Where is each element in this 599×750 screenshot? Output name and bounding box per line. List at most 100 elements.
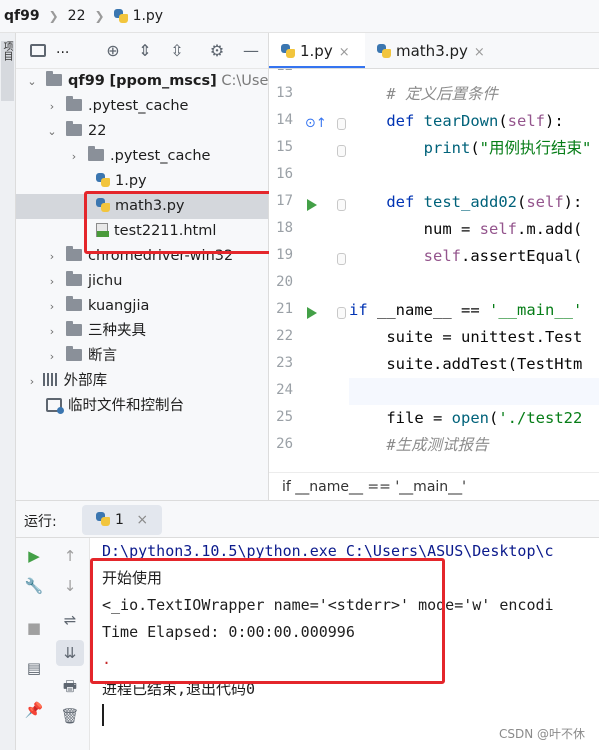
folder-icon bbox=[66, 246, 82, 261]
fold-marker-icon[interactable] bbox=[337, 145, 346, 157]
folder-icon bbox=[66, 96, 82, 111]
code-self: self bbox=[526, 193, 564, 211]
chevron-right-icon[interactable]: › bbox=[26, 369, 38, 394]
run-panel-header: 运行: 1 × bbox=[16, 500, 599, 538]
chevron-right-icon: ❯ bbox=[48, 9, 59, 23]
code-keyword: def bbox=[386, 112, 415, 130]
chevron-right-icon[interactable]: › bbox=[46, 94, 58, 119]
wrench-icon[interactable]: 🔧 bbox=[24, 576, 44, 596]
chevron-right-icon[interactable]: › bbox=[46, 319, 58, 344]
breadcrumb: qf99 ❯ 22 ❯ 1.py bbox=[0, 0, 599, 33]
tab-label: 1.py bbox=[300, 42, 333, 60]
code-self: self bbox=[479, 220, 517, 238]
collapse-all-icon[interactable]: ⇳ bbox=[168, 42, 186, 60]
chevron-right-icon[interactable]: › bbox=[46, 269, 58, 294]
fold-marker-icon[interactable] bbox=[337, 253, 346, 265]
project-panel-title[interactable]: ... bbox=[56, 41, 69, 57]
code-keyword: def bbox=[386, 193, 415, 211]
line-number: 26 bbox=[276, 436, 293, 452]
editor-gutter: 12 13 14 15 16 17 18 19 20 21 22 23 24 2… bbox=[269, 69, 349, 472]
line-number: 22 bbox=[276, 328, 293, 344]
code-function: print bbox=[423, 139, 471, 157]
code-text: __name__ == bbox=[367, 301, 489, 319]
tree-item-scratches[interactable]: 临时文件和控制台 bbox=[16, 394, 184, 419]
chevron-down-icon[interactable]: ⌄ bbox=[46, 119, 58, 144]
project-tool-button[interactable]: 项目 bbox=[1, 41, 14, 101]
rerun-icon[interactable]: ▶ bbox=[24, 546, 44, 566]
run-toolbar: ▶ ↑ 🔧 ↓ ■ ⇌ ⇊ ▤ 🖶 📌 🗑 bbox=[16, 538, 90, 750]
run-test-icon[interactable] bbox=[307, 199, 317, 211]
layout-icon[interactable]: ▤ bbox=[24, 658, 44, 678]
folder-icon bbox=[66, 121, 82, 136]
tree-item-fixtures[interactable]: › 三种夹具 bbox=[16, 319, 146, 344]
code-breadcrumb[interactable]: if __name__ == '__main__' bbox=[269, 472, 599, 500]
tree-item-label: 临时文件和控制台 bbox=[68, 398, 184, 414]
tab-math3py[interactable]: math3.py × bbox=[365, 33, 505, 68]
tree-item-22[interactable]: ⌄ 22 bbox=[16, 119, 106, 144]
scroll-to-end-icon[interactable]: ⇊ bbox=[56, 640, 84, 666]
run-panel-label: 运行: bbox=[24, 514, 57, 530]
line-number: 25 bbox=[276, 409, 293, 425]
chevron-down-icon[interactable]: ⌄ bbox=[26, 69, 38, 94]
tree-item-kuangjia[interactable]: › kuangjia bbox=[16, 294, 149, 319]
print-icon[interactable]: 🖶 bbox=[60, 676, 80, 696]
code-text: file = bbox=[386, 409, 452, 427]
code-self: self bbox=[423, 247, 461, 265]
tree-item-root[interactable]: ⌄ qf99 [ppom_mscs] C:\Users bbox=[16, 69, 268, 94]
python-file-icon bbox=[281, 44, 295, 58]
tree-item-pytest-cache-22[interactable]: › .pytest_cache bbox=[16, 144, 210, 169]
line-number: 14 bbox=[276, 112, 293, 128]
minimize-icon[interactable]: — bbox=[242, 42, 260, 60]
tree-item-assertions[interactable]: › 断言 bbox=[16, 344, 117, 369]
tree-item-external-libs[interactable]: › 外部库 bbox=[16, 369, 107, 394]
tree-item-label: jichu bbox=[88, 273, 123, 289]
close-icon[interactable]: × bbox=[474, 45, 485, 60]
code-text: .assertEqual( bbox=[460, 247, 583, 265]
run-main-icon[interactable] bbox=[307, 307, 317, 319]
run-tab[interactable]: 1 × bbox=[82, 505, 163, 535]
project-view-icon[interactable] bbox=[30, 44, 46, 57]
line-number: 17 bbox=[276, 193, 293, 209]
tree-item-pytest-cache[interactable]: › .pytest_cache bbox=[16, 94, 188, 119]
override-marker-icon[interactable]: ⊙↑ bbox=[305, 116, 327, 131]
trash-icon[interactable]: 🗑 bbox=[60, 706, 80, 726]
folder-icon bbox=[66, 346, 82, 361]
fold-marker-icon[interactable] bbox=[337, 118, 346, 130]
fold-marker-icon[interactable] bbox=[337, 199, 346, 211]
stop-icon[interactable]: ■ bbox=[24, 618, 44, 638]
python-file-icon bbox=[113, 9, 128, 23]
breadcrumb-file[interactable]: 1.py bbox=[133, 8, 164, 24]
chevron-right-icon[interactable]: › bbox=[46, 344, 58, 369]
code-text: suite = unittest.Test bbox=[386, 328, 583, 346]
line-number: 18 bbox=[276, 220, 293, 236]
highlight-box bbox=[84, 191, 287, 254]
soft-wrap-icon[interactable]: ⇌ bbox=[60, 610, 80, 630]
tree-item-label: .pytest_cache bbox=[110, 148, 211, 164]
code-comment: #生成测试报告 bbox=[386, 436, 489, 454]
project-panel: ... ⊕ ⇕ ⇳ ⚙ — ⌄ qf99 [ppom_mscs] C:\Users… bbox=[16, 33, 269, 500]
pin-icon[interactable]: 📌 bbox=[24, 700, 44, 720]
chevron-right-icon[interactable]: › bbox=[68, 144, 80, 169]
tree-item-jichu[interactable]: › jichu bbox=[16, 269, 122, 294]
gear-icon[interactable]: ⚙ bbox=[208, 42, 226, 60]
tab-1py[interactable]: 1.py × bbox=[269, 33, 365, 68]
chevron-right-icon: ❯ bbox=[94, 9, 105, 23]
line-number: 15 bbox=[276, 139, 293, 155]
chevron-right-icon[interactable]: › bbox=[46, 294, 58, 319]
code-editor[interactable]: # 定义后置条件 def tearDown(self): print("用例执行… bbox=[349, 69, 599, 472]
tree-item-label: 1.py bbox=[115, 173, 147, 189]
locate-icon[interactable]: ⊕ bbox=[104, 42, 122, 60]
arrow-up-icon[interactable]: ↑ bbox=[60, 546, 80, 566]
fold-marker-icon[interactable] bbox=[337, 307, 346, 319]
python-file-icon bbox=[377, 44, 391, 58]
close-icon[interactable]: × bbox=[339, 45, 350, 60]
breadcrumb-project[interactable]: qf99 bbox=[4, 8, 40, 24]
tab-label: math3.py bbox=[396, 42, 468, 60]
breadcrumb-folder[interactable]: 22 bbox=[68, 8, 86, 24]
chevron-right-icon[interactable]: › bbox=[46, 244, 58, 269]
line-number: 24 bbox=[276, 382, 293, 398]
arrow-down-icon[interactable]: ↓ bbox=[60, 576, 80, 596]
watermark: CSDN @叶不休 bbox=[498, 727, 585, 741]
expand-all-icon[interactable]: ⇕ bbox=[136, 42, 154, 60]
close-icon[interactable]: × bbox=[136, 512, 148, 528]
